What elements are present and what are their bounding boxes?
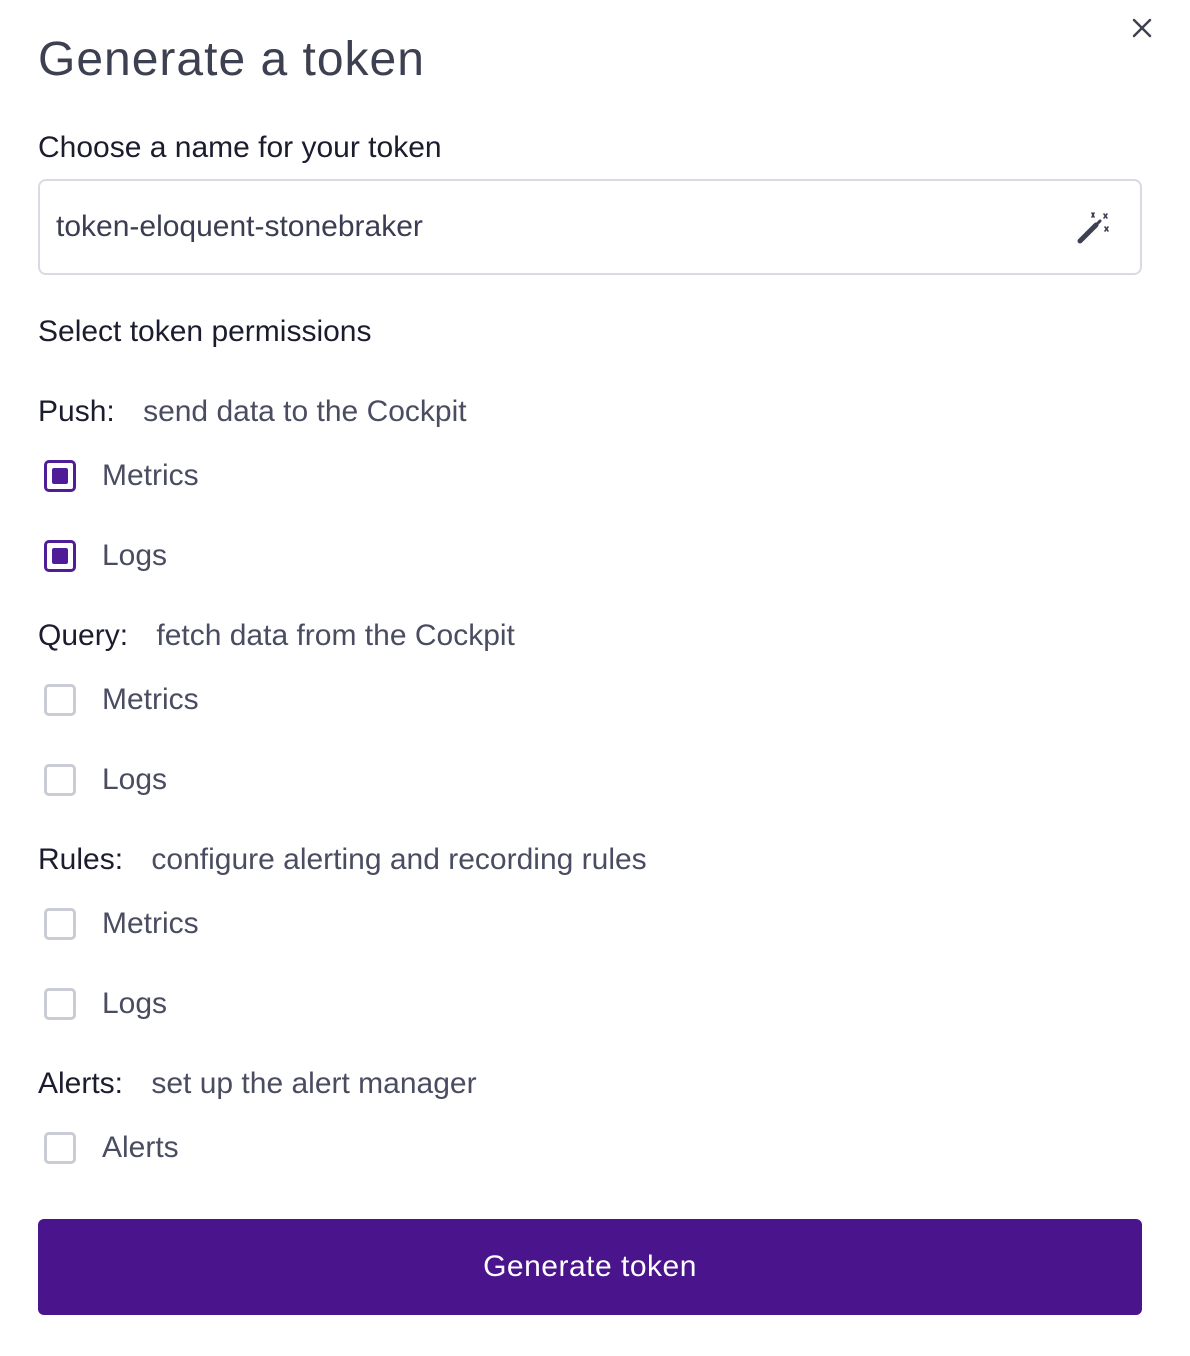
group-name: Query: [38, 619, 129, 652]
rules-group-header: Rules: configure alerting and recording … [38, 840, 647, 880]
checkbox-label: Metrics [102, 683, 199, 716]
permissions-label: Select token permissions [38, 315, 372, 348]
query-logs-option[interactable]: Logs [44, 760, 167, 800]
token-name-field [38, 179, 1142, 275]
checkbox-label: Alerts [102, 1131, 179, 1164]
checkbox[interactable] [44, 988, 76, 1020]
query-metrics-option[interactable]: Metrics [44, 680, 199, 720]
rules-metrics-option[interactable]: Metrics [44, 904, 199, 944]
generate-token-dialog: Generate a token Choose a name for your … [0, 0, 1190, 1356]
checkbox-label: Metrics [102, 459, 199, 492]
checkbox-label: Metrics [102, 907, 199, 940]
generate-token-button[interactable]: Generate token [38, 1219, 1142, 1315]
checkbox[interactable] [44, 540, 76, 572]
token-name-input[interactable] [56, 181, 1056, 273]
group-description: configure alerting and recording rules [151, 843, 647, 876]
checkbox[interactable] [44, 460, 76, 492]
group-description: set up the alert manager [151, 1067, 477, 1100]
checkbox-label: Logs [102, 539, 168, 572]
generate-name-button[interactable] [1076, 209, 1112, 245]
checkbox-label: Logs [102, 987, 168, 1020]
close-icon [1132, 18, 1152, 38]
alerts-alerts-option[interactable]: Alerts [44, 1128, 179, 1168]
query-group-header: Query: fetch data from the Cockpit [38, 616, 515, 656]
push-group-header: Push: send data to the Cockpit [38, 392, 467, 432]
checkbox-label: Logs [102, 763, 168, 796]
push-metrics-option[interactable]: Metrics [44, 456, 199, 496]
checkbox[interactable] [44, 908, 76, 940]
rules-logs-option[interactable]: Logs [44, 984, 167, 1024]
alerts-group-header: Alerts: set up the alert manager [38, 1064, 477, 1104]
magic-wand-icon [1077, 212, 1109, 244]
group-description: send data to the Cockpit [143, 395, 467, 428]
dialog-title: Generate a token [38, 33, 425, 86]
group-name: Alerts: [38, 1067, 124, 1100]
token-name-label: Choose a name for your token [38, 131, 442, 164]
group-name: Push: [38, 395, 115, 428]
group-description: fetch data from the Cockpit [156, 619, 515, 652]
push-logs-option[interactable]: Logs [44, 536, 167, 576]
group-name: Rules: [38, 843, 124, 876]
checkbox[interactable] [44, 1132, 76, 1164]
checkbox[interactable] [44, 684, 76, 716]
close-button[interactable] [1124, 10, 1160, 46]
checkbox[interactable] [44, 764, 76, 796]
